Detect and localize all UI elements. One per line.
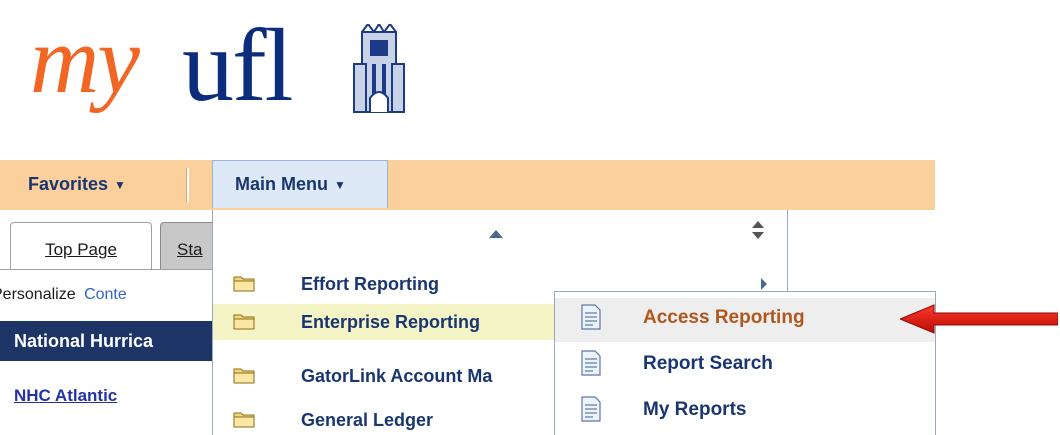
scroll-up-icon[interactable] [489,230,503,238]
personalize-content-link[interactable]: Conte [84,286,127,303]
folder-icon [233,368,255,384]
chevron-down-icon: ▼ [334,178,346,193]
menu-item-label: Enterprise Reporting [301,312,481,332]
submenu-item-label: Access Reporting [643,307,805,328]
folder-icon [233,276,255,292]
menu-separator [186,168,189,202]
main-menu-label: Main Menu [235,174,328,194]
logo-my-text: my [30,6,140,113]
personalize-row: Personalize Conte [0,286,127,304]
personalize-label: Personalize [0,286,76,303]
menu-item-label: General Ledger [301,410,434,430]
tab-second[interactable]: Sta [160,222,220,270]
tower-icon [353,24,405,113]
nhc-atlantic-link[interactable]: NHC Atlantic [14,386,117,406]
enterprise-reporting-submenu: Access Reporting Report Search My Report… [554,291,936,435]
red-arrow-icon [900,304,1058,334]
submenu-item-access-reporting[interactable]: Access Reporting [555,298,935,342]
menu-bar: Favorites ▼ Main Menu ▼ [0,160,935,210]
tab-top-page[interactable]: Top Page [10,222,152,270]
document-icon [581,350,601,376]
document-icon [581,304,601,330]
main-menu-button[interactable]: Main Menu ▼ [212,160,388,208]
document-icon [581,396,601,422]
logo-ufl-text: ufl [182,8,294,123]
submenu-item-report-search[interactable]: Report Search [555,344,935,388]
chevron-down-icon: ▼ [114,178,126,193]
submenu-item-my-reports[interactable]: My Reports [555,390,935,434]
myufl-logo[interactable]: my ufl [26,0,406,123]
favorites-label: Favorites [28,174,109,194]
submenu-item-label: Report Search [643,353,773,374]
submenu-item-label: My Reports [643,399,747,420]
chevron-right-icon [761,278,767,290]
menu-item-label: GatorLink Account Ma [301,366,493,386]
page-root: my ufl Favorites ▼ Main Menu ▼ Top Page St… [0,0,1060,435]
folder-icon [233,412,255,428]
menu-item-label: Effort Reporting [301,274,439,294]
favorites-menu[interactable]: Favorites ▼ [28,160,126,210]
pagelet-header: National Hurrica [0,321,212,361]
tab-divider [0,269,212,270]
folder-icon [233,314,255,330]
scroll-updown-icon[interactable] [751,220,765,240]
